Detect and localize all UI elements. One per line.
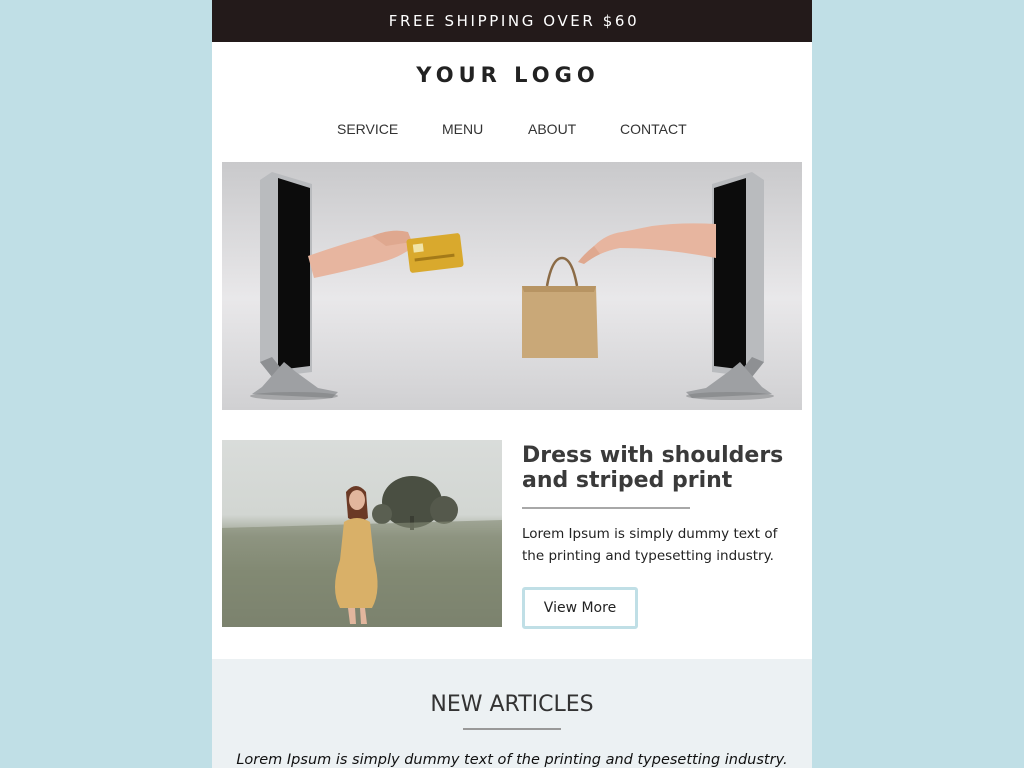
nav-item-contact[interactable]: CONTACT xyxy=(620,121,687,137)
hero-image[interactable] xyxy=(222,162,802,410)
new-articles-title: NEW ARTICLES xyxy=(430,692,594,717)
nav-item-service[interactable]: SERVICE xyxy=(337,121,398,137)
shipping-banner-text: FREE SHIPPING OVER $60 xyxy=(388,12,640,30)
left-monitor-icon xyxy=(250,172,338,400)
new-articles-section: NEW ARTICLES Lorem Ipsum is simply dummy… xyxy=(212,659,812,768)
nav-item-menu[interactable]: MENU xyxy=(442,121,483,137)
nav-item-about[interactable]: ABOUT xyxy=(528,121,576,137)
product-description: Lorem Ipsum is simply dummy text of the … xyxy=(522,526,778,564)
main-nav: SERVICE MENU ABOUT CONTACT xyxy=(212,121,812,139)
hero-illustration xyxy=(250,172,774,400)
email-container: FREE SHIPPING OVER $60 YOUR LOGO SERVICE… xyxy=(212,0,812,768)
shopping-bag-icon xyxy=(522,256,598,358)
logo[interactable]: YOUR LOGO xyxy=(212,63,808,87)
product-title-divider xyxy=(522,507,690,509)
new-articles-description: Lorem Ipsum is simply dummy text of the … xyxy=(236,752,788,768)
view-more-button[interactable]: View More xyxy=(522,587,638,629)
hand-with-bag-icon xyxy=(578,223,716,264)
new-articles-divider xyxy=(463,728,561,730)
product-image[interactable] xyxy=(222,440,502,627)
shipping-banner: FREE SHIPPING OVER $60 xyxy=(212,0,812,42)
woman-figure-icon xyxy=(335,486,378,624)
product-title[interactable]: Dress with shoulders and striped print xyxy=(522,443,807,493)
right-monitor-icon xyxy=(686,172,774,400)
woman-in-field-illustration xyxy=(222,476,502,627)
hand-with-card-icon xyxy=(308,230,464,278)
